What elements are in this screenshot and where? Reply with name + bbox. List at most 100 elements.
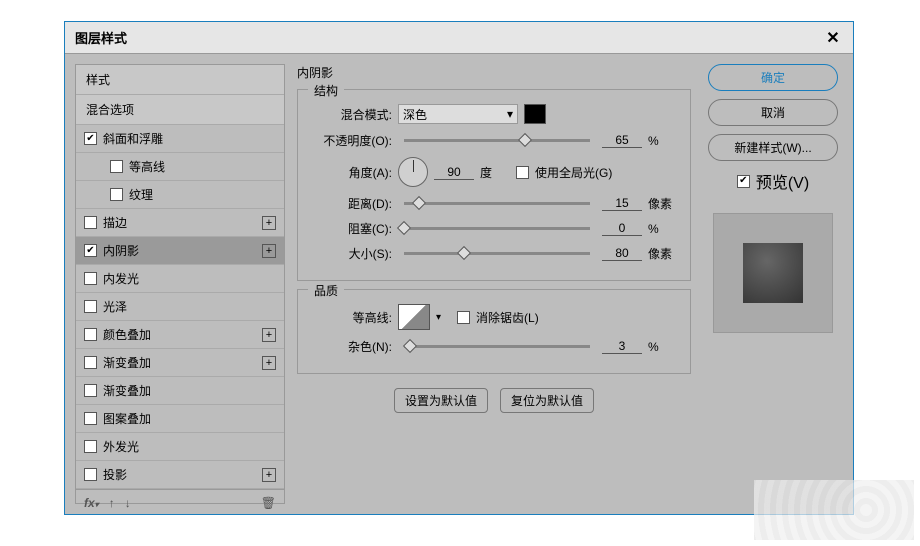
angle-dial[interactable] [398,157,428,187]
sidebar-item-11[interactable]: 外发光 [76,433,284,461]
contour-picker[interactable] [398,304,430,330]
noise-slider[interactable] [404,345,590,348]
sidebar-checkbox[interactable] [110,160,123,173]
angle-unit: 度 [480,164,510,181]
ok-button[interactable]: 确定 [708,64,838,91]
sidebar-checkbox[interactable] [84,132,97,145]
sidebar-item-10[interactable]: 图案叠加 [76,405,284,433]
opacity-value[interactable]: 65 [602,133,642,148]
plus-icon[interactable]: + [262,244,276,258]
quality-title: 品质 [308,282,344,299]
choke-value[interactable]: 0 [602,221,642,236]
blend-options-header[interactable]: 混合选项 [76,95,284,125]
sidebar-item-4[interactable]: 内阴影 + [76,237,284,265]
new-style-button[interactable]: 新建样式(W)... [708,134,838,161]
size-slider[interactable] [404,252,590,255]
preview-box [713,213,833,333]
arrow-up-icon[interactable]: ↑ [109,496,115,510]
arrow-down-icon[interactable]: ↓ [125,496,131,510]
color-swatch[interactable] [524,104,546,124]
sidebar-item-3[interactable]: 描边 + [76,209,284,237]
structure-title: 结构 [308,82,344,99]
antialias-checkbox[interactable] [457,311,470,324]
sidebar-checkbox[interactable] [84,356,97,369]
sidebar-item-label: 投影 [103,466,127,483]
sidebar-item-0[interactable]: 斜面和浮雕 [76,125,284,153]
choke-unit: % [648,222,678,236]
blend-mode-select[interactable]: 深色 ▾ [398,104,518,124]
right-column: 确定 取消 新建样式(W)... 预览(V) [703,64,843,504]
style-sidebar: 样式 混合选项 斜面和浮雕等高线纹理描边 + 内阴影 + 内发光光泽颜色叠加 + 渐变叠加 +… [75,64,285,504]
distance-slider[interactable] [404,202,590,205]
choke-label: 阻塞(C): [310,220,392,237]
sidebar-item-label: 斜面和浮雕 [103,130,163,147]
angle-label: 角度(A): [310,164,392,181]
sidebar-item-5[interactable]: 内发光 [76,265,284,293]
noise-label: 杂色(N): [310,338,392,355]
fx-icon[interactable]: fx▾ [84,496,99,510]
choke-slider[interactable] [404,227,590,230]
plus-icon[interactable]: + [262,328,276,342]
size-unit: 像素 [648,245,678,262]
sidebar-footer: fx▾ ↑ ↓ 🗑 [76,489,284,516]
close-icon[interactable]: ✕ [823,28,843,48]
make-default-button[interactable]: 设置为默认值 [394,388,488,413]
sidebar-item-12[interactable]: 投影 + [76,461,284,489]
structure-group: 结构 混合模式: 深色 ▾ 不透明度(O): 65 % [297,89,691,281]
antialias-label: 消除锯齿(L) [476,309,539,326]
global-light-label: 使用全局光(G) [535,164,612,181]
sidebar-item-label: 渐变叠加 [103,354,151,371]
plus-icon[interactable]: + [262,216,276,230]
sidebar-item-label: 描边 [103,214,127,231]
sidebar-item-7[interactable]: 颜色叠加 + [76,321,284,349]
preview-swatch [743,243,803,303]
sidebar-item-6[interactable]: 光泽 [76,293,284,321]
sidebar-checkbox[interactable] [84,272,97,285]
quality-group: 品质 等高线: ▾ 消除锯齿(L) 杂色(N): 3 % [297,289,691,374]
sidebar-item-2[interactable]: 纹理 [76,181,284,209]
global-light-checkbox[interactable] [516,166,529,179]
size-value[interactable]: 80 [602,246,642,261]
chevron-down-icon[interactable]: ▾ [436,312,441,323]
preview-label: 预览(V) [756,169,809,193]
titlebar: 图层样式 ✕ [65,22,853,54]
opacity-unit: % [648,134,678,148]
sidebar-item-8[interactable]: 渐变叠加 + [76,349,284,377]
plus-icon[interactable]: + [262,468,276,482]
opacity-label: 不透明度(O): [310,132,392,149]
sidebar-checkbox[interactable] [84,300,97,313]
sidebar-item-label: 内阴影 [103,242,139,259]
sidebar-checkbox[interactable] [84,384,97,397]
sidebar-checkbox[interactable] [84,412,97,425]
sidebar-checkbox[interactable] [84,328,97,341]
dialog-title: 图层样式 [75,28,127,47]
noise-unit: % [648,340,678,354]
sidebar-item-label: 渐变叠加 [103,382,151,399]
sidebar-item-1[interactable]: 等高线 [76,153,284,181]
plus-icon[interactable]: + [262,356,276,370]
sidebar-item-label: 光泽 [103,298,127,315]
opacity-slider[interactable] [404,139,590,142]
distance-value[interactable]: 15 [602,196,642,211]
preview-checkbox[interactable] [737,175,750,188]
panel-title: 内阴影 [297,66,333,80]
sidebar-checkbox[interactable] [84,468,97,481]
chevron-down-icon: ▾ [507,107,513,121]
sidebar-checkbox[interactable] [110,188,123,201]
cancel-button[interactable]: 取消 [708,99,838,126]
sidebar-checkbox[interactable] [84,216,97,229]
styles-header[interactable]: 样式 [76,65,284,95]
angle-value[interactable]: 90 [434,165,474,180]
reset-default-button[interactable]: 复位为默认值 [500,388,594,413]
sidebar-checkbox[interactable] [84,440,97,453]
sidebar-item-label: 纹理 [129,186,153,203]
trash-icon[interactable]: 🗑 [261,496,276,510]
background-decor [754,480,914,540]
sidebar-item-label: 颜色叠加 [103,326,151,343]
noise-value[interactable]: 3 [602,339,642,354]
contour-label: 等高线: [310,309,392,326]
sidebar-item-9[interactable]: 渐变叠加 [76,377,284,405]
sidebar-checkbox[interactable] [84,244,97,257]
size-label: 大小(S): [310,245,392,262]
sidebar-item-label: 内发光 [103,270,139,287]
